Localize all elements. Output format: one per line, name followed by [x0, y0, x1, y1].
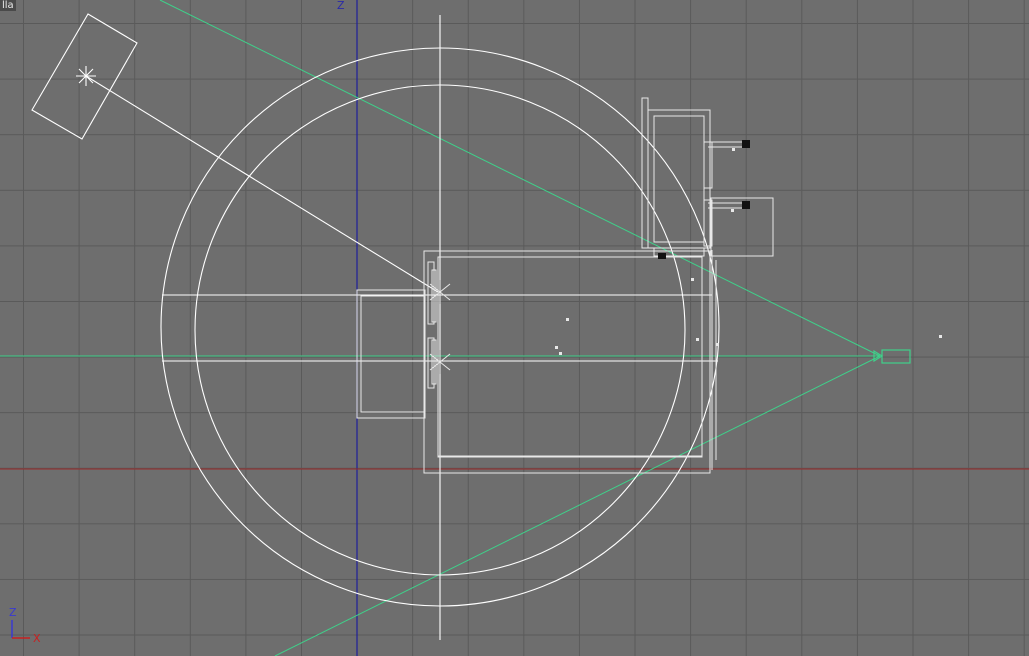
top-axis-label: Z — [337, 0, 345, 12]
sky-dome[interactable] — [160, 15, 720, 640]
building-model[interactable] — [356, 97, 774, 474]
axis-tripod-icon: Z X — [4, 606, 44, 646]
tripod-z-label: Z — [9, 606, 17, 619]
tripod-x-label: X — [33, 632, 41, 645]
viewport-front[interactable]: lla Z Z X — [0, 0, 1029, 656]
scene-wireframe[interactable] — [0, 0, 1029, 656]
viewport-label[interactable]: lla — [0, 0, 16, 11]
